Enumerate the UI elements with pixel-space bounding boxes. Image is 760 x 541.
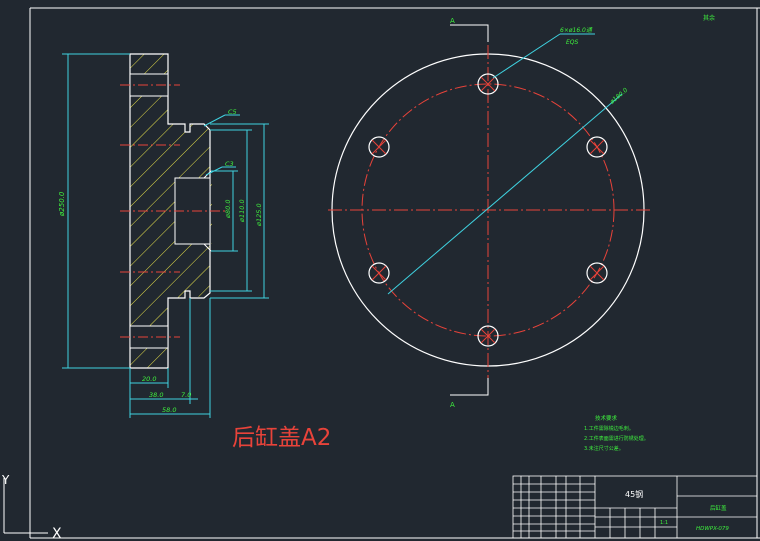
tech-note-item: 3.未注尺寸公差。 [584, 445, 624, 452]
dim-len-38: 38.0 [149, 391, 163, 399]
bolt-hole [368, 136, 390, 158]
holes-note: 6×ø16.0通 [560, 27, 593, 34]
holes-note-sub: EQS [566, 39, 579, 46]
section-label-bottom: A [450, 401, 455, 409]
bolt-hole [586, 136, 608, 158]
dim-len-58: 58.0 [162, 406, 176, 414]
tech-notes-title: 技术要求 [595, 414, 618, 422]
ucs-y-label: Y [1, 473, 10, 487]
section-label-top: A [450, 17, 455, 25]
dim-dia-outer: ø250.0 [58, 191, 66, 217]
top-right-note: 其余 [703, 14, 715, 22]
scale-value: 1:1 [660, 520, 668, 526]
dim-chamfer-c5: C5 [228, 108, 237, 116]
dim-dia-b: ø110.0 [238, 199, 246, 223]
bolt-hole [368, 262, 390, 284]
drawing-caption: 后缸盖A2 [232, 425, 331, 451]
ucs-x-label: X [52, 526, 62, 541]
material-label: 45钢 [625, 489, 643, 499]
tech-notes: 技术要求 1.工件需除锐边毛刺。 2.工件表面需进行防锈处理。 3.未注尺寸公差… [584, 414, 649, 452]
drawing-number: HDWPX-079 [696, 526, 729, 532]
cad-drawing-canvas: ø250.0 ø125.0 ø110.0 ø80.0 C5 C3 20.0 38… [1, 7, 760, 541]
dim-chamfer-c3: C3 [225, 160, 234, 168]
ucs-icon: Y X [1, 473, 62, 541]
part-name: 后缸盖 [710, 504, 727, 512]
pcd-dimension: ø180.0 [608, 87, 629, 107]
dim-len-20: 20.0 [142, 375, 156, 383]
dim-dia-a: ø125.0 [255, 203, 263, 227]
front-view [328, 24, 650, 396]
tech-note-item: 1.工件需除锐边毛刺。 [584, 425, 634, 432]
front-view-text: A A 6×ø16.0通 EQS ø180.0 其余 [450, 14, 715, 409]
bolt-hole [586, 262, 608, 284]
dim-dia-c: ø80.0 [224, 200, 232, 219]
dim-len-7: 7.0 [181, 391, 191, 399]
tech-note-item: 2.工件表面需进行防锈处理。 [584, 435, 649, 442]
section-view [120, 53, 225, 369]
